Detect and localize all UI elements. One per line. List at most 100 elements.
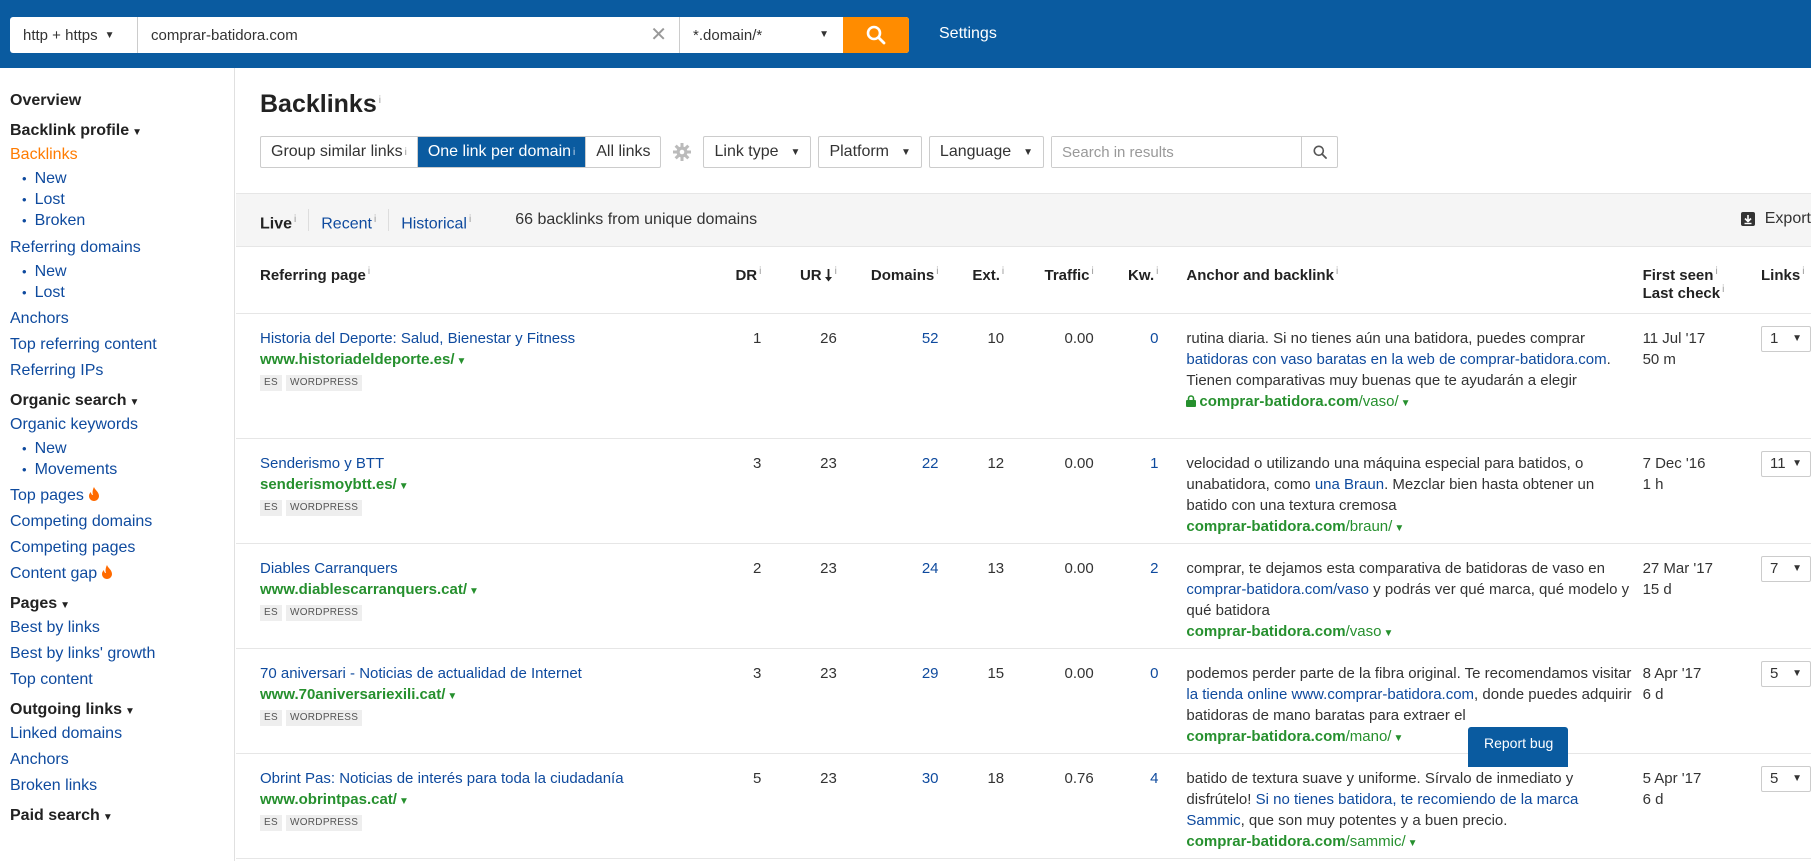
referring-page-title-link[interactable]: Senderismo y BTT bbox=[260, 453, 699, 474]
caret-down-icon[interactable]: ▼ bbox=[1383, 628, 1393, 639]
tab-live[interactable]: Live i bbox=[260, 209, 310, 232]
sidebar-item-linked-domains[interactable]: Linked domains bbox=[10, 721, 234, 747]
referring-page-url[interactable]: www.obrintpas.cat/▼ bbox=[260, 789, 699, 812]
keywords-link[interactable]: 1 bbox=[1093, 438, 1159, 544]
search-button[interactable] bbox=[843, 17, 909, 53]
search-results-button[interactable] bbox=[1301, 137, 1337, 167]
sidebar-item-organic-keywords[interactable]: Organic keywords bbox=[10, 412, 234, 438]
sidebar-organic-search[interactable]: Organic search ▼ bbox=[10, 390, 234, 412]
sidebar-item-backlinks-new[interactable]: New bbox=[10, 168, 234, 189]
referring-page-url[interactable]: www.historiadeldeporte.es/▼ bbox=[260, 349, 699, 372]
referring-page-url[interactable]: senderismoybtt.es/▼ bbox=[260, 474, 699, 497]
clear-icon[interactable]: ✕ bbox=[650, 25, 667, 45]
anchor-link[interactable]: batidoras con vaso baratas en la web de … bbox=[1186, 351, 1606, 368]
sidebar-item-backlinks[interactable]: Backlinks bbox=[10, 142, 234, 168]
referring-page-url[interactable]: www.70aniversariexili.cat/▼ bbox=[260, 684, 699, 707]
links-dropdown[interactable]: 5 ▼ bbox=[1761, 765, 1811, 792]
backlink-url[interactable]: comprar-batidora.com/vaso ▼ bbox=[1186, 621, 1632, 644]
caret-down-icon[interactable]: ▼ bbox=[1408, 838, 1418, 849]
platform-dropdown[interactable]: Platform ▼ bbox=[818, 136, 922, 168]
referring-page-url[interactable]: www.diablescarranquers.cat/▼ bbox=[260, 579, 699, 602]
sidebar-item-top-referring-content[interactable]: Top referring content bbox=[10, 332, 234, 358]
keywords-link[interactable]: 2 bbox=[1093, 543, 1159, 649]
links-dropdown[interactable]: 7 ▼ bbox=[1761, 555, 1811, 582]
caret-down-icon[interactable]: ▼ bbox=[469, 586, 479, 597]
info-icon[interactable]: i bbox=[379, 95, 381, 106]
search-results-input[interactable] bbox=[1052, 137, 1302, 167]
links-dropdown[interactable]: 1 ▼ bbox=[1761, 325, 1811, 352]
one-link-per-domain-button[interactable]: One link per domain i bbox=[417, 137, 587, 167]
sidebar-item-anchors[interactable]: Anchors bbox=[10, 306, 234, 332]
sidebar-paid-search[interactable]: Paid search ▼ bbox=[10, 805, 234, 827]
col-dr[interactable]: DR i bbox=[698, 248, 762, 314]
domains-link[interactable]: 52 bbox=[836, 313, 939, 439]
caret-down-icon[interactable]: ▼ bbox=[457, 356, 467, 367]
mode-select[interactable]: *.domain/* ▼ bbox=[679, 17, 843, 53]
referring-page-title-link[interactable]: Historia del Deporte: Salud, Bienestar y… bbox=[260, 328, 699, 349]
sidebar-item-content-gap[interactable]: Content gap bbox=[10, 561, 234, 587]
tab-historical[interactable]: Historical i bbox=[401, 209, 483, 232]
gear-button[interactable] bbox=[673, 143, 692, 161]
sidebar-backlink-profile[interactable]: Backlink profile ▼ bbox=[10, 120, 234, 142]
sidebar-item-organic-new[interactable]: New bbox=[10, 438, 234, 459]
export-button[interactable]: Export bbox=[1740, 210, 1811, 228]
col-kw[interactable]: Kw. i bbox=[1093, 248, 1159, 314]
domains-link[interactable]: 24 bbox=[836, 543, 939, 649]
caret-down-icon[interactable]: ▼ bbox=[1393, 733, 1403, 744]
settings-link[interactable]: Settings bbox=[939, 25, 997, 43]
col-domains[interactable]: Domains i bbox=[836, 248, 939, 314]
sidebar-item-best-by-links[interactable]: Best by links bbox=[10, 615, 234, 641]
sidebar-item-refdomains-lost[interactable]: Lost bbox=[10, 282, 234, 303]
all-links-button[interactable]: All links bbox=[586, 137, 660, 167]
sidebar-item-referring-ips[interactable]: Referring IPs bbox=[10, 358, 234, 384]
sidebar-overview[interactable]: Overview bbox=[10, 90, 234, 112]
sidebar-item-competing-domains[interactable]: Competing domains bbox=[10, 509, 234, 535]
backlink-url[interactable]: comprar-batidora.com/vaso/▼ bbox=[1186, 391, 1632, 414]
caret-down-icon[interactable]: ▼ bbox=[1401, 398, 1411, 409]
domains-link[interactable]: 29 bbox=[836, 648, 939, 754]
sidebar-item-outgoing-anchors[interactable]: Anchors bbox=[10, 747, 234, 773]
sidebar-item-referring-domains[interactable]: Referring domains bbox=[10, 235, 234, 261]
sidebar-outgoing-links[interactable]: Outgoing links ▼ bbox=[10, 699, 234, 721]
col-ext[interactable]: Ext. i bbox=[938, 248, 1005, 314]
anchor-link[interactable]: la tienda online www.comprar-batidora.co… bbox=[1186, 686, 1474, 703]
backlink-url[interactable]: comprar-batidora.com/braun/▼ bbox=[1186, 516, 1632, 539]
sidebar-item-organic-movements[interactable]: Movements bbox=[10, 459, 234, 480]
links-dropdown[interactable]: 5 ▼ bbox=[1761, 660, 1811, 687]
col-first-seen[interactable]: First seen i Last check i bbox=[1642, 248, 1755, 314]
keywords-link[interactable]: 4 bbox=[1093, 753, 1159, 859]
tab-recent[interactable]: Recent i bbox=[321, 209, 390, 232]
keywords-link[interactable]: 0 bbox=[1093, 648, 1159, 754]
sidebar-item-backlinks-broken[interactable]: Broken bbox=[10, 210, 234, 231]
anchor-link[interactable]: comprar-batidora.com/vaso bbox=[1186, 581, 1369, 598]
sidebar-item-top-content[interactable]: Top content bbox=[10, 667, 234, 693]
group-similar-links-button[interactable]: Group similar links i bbox=[261, 137, 418, 167]
domains-link[interactable]: 30 bbox=[836, 753, 939, 859]
caret-down-icon[interactable]: ▼ bbox=[1394, 523, 1404, 534]
sidebar-item-top-pages[interactable]: Top pages bbox=[10, 483, 234, 509]
anchor-link[interactable]: una Braun bbox=[1315, 476, 1384, 493]
caret-down-icon[interactable]: ▼ bbox=[399, 796, 409, 807]
caret-down-icon[interactable]: ▼ bbox=[447, 691, 457, 702]
col-anchor-backlink[interactable]: Anchor and backlink i bbox=[1158, 248, 1643, 314]
referring-page-title-link[interactable]: Diables Carranquers bbox=[260, 558, 699, 579]
links-dropdown[interactable]: 11 ▼ bbox=[1761, 450, 1811, 477]
caret-down-icon[interactable]: ▼ bbox=[399, 481, 409, 492]
sidebar-pages[interactable]: Pages ▼ bbox=[10, 593, 234, 615]
backlink-url[interactable]: comprar-batidora.com/sammic/▼ bbox=[1186, 831, 1632, 854]
referring-page-title-link[interactable]: 70 aniversari - Noticias de actualidad d… bbox=[260, 663, 699, 684]
col-links[interactable]: Links i bbox=[1755, 248, 1811, 314]
sidebar-item-broken-links[interactable]: Broken links bbox=[10, 773, 234, 799]
url-input[interactable]: comprar-batidora.com ✕ bbox=[138, 17, 679, 53]
referring-page-title-link[interactable]: Obrint Pas: Noticias de interés para tod… bbox=[260, 768, 699, 789]
sidebar-item-backlinks-lost[interactable]: Lost bbox=[10, 189, 234, 210]
link-type-dropdown[interactable]: Link type ▼ bbox=[703, 136, 812, 168]
domains-link[interactable]: 22 bbox=[836, 438, 939, 544]
keywords-link[interactable]: 0 bbox=[1093, 313, 1159, 439]
language-dropdown[interactable]: Language ▼ bbox=[928, 136, 1045, 168]
col-ur[interactable]: UR i bbox=[761, 248, 837, 314]
sidebar-item-best-by-links-growth[interactable]: Best by links' growth bbox=[10, 641, 234, 667]
sidebar-item-refdomains-new[interactable]: New bbox=[10, 261, 234, 282]
report-bug-button[interactable]: Report bug bbox=[1468, 727, 1568, 767]
col-traffic[interactable]: Traffic i bbox=[1004, 248, 1094, 314]
